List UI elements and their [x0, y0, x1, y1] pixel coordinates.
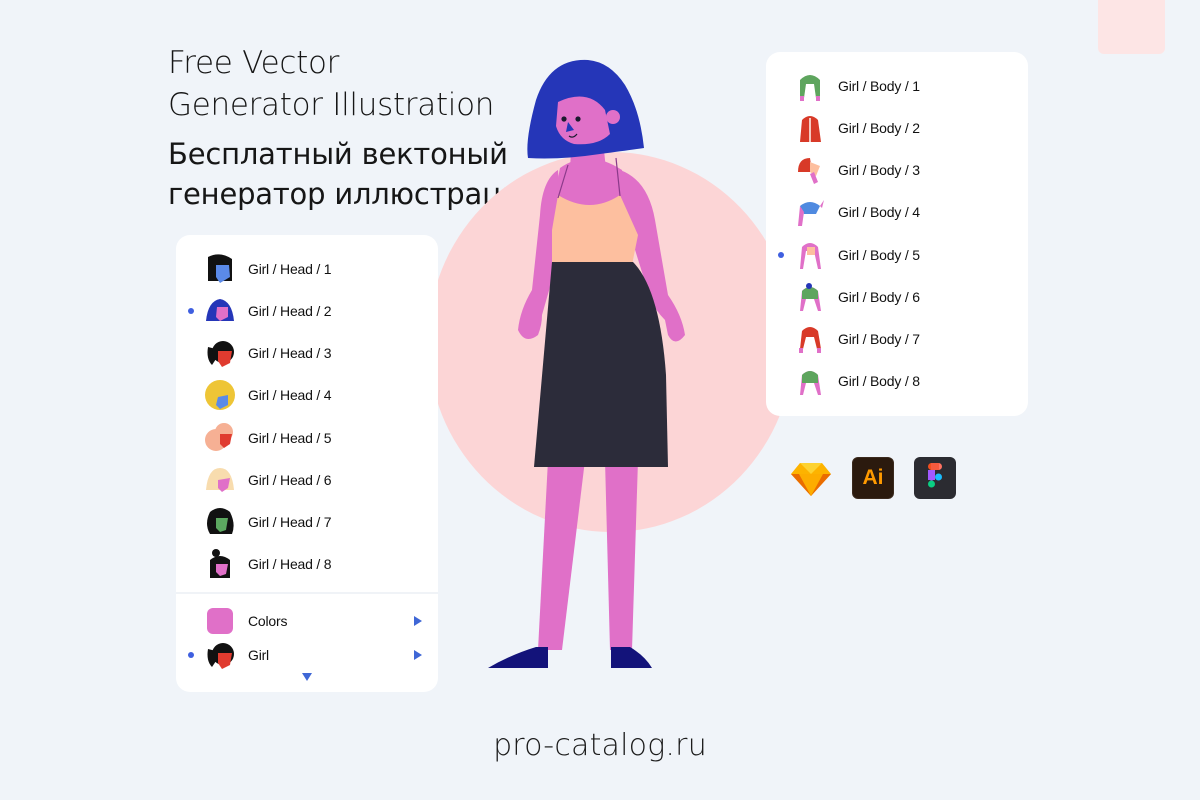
list-item-head-7[interactable]: Girl / Head / 7	[176, 505, 438, 539]
illustrator-icon: Ai	[852, 457, 894, 499]
list-item-label: Girl / Body / 8	[838, 373, 920, 389]
list-item-label: Girl / Body / 7	[838, 331, 920, 347]
corner-decoration	[1098, 0, 1165, 54]
girl-head-6-icon	[206, 468, 234, 492]
girl-body-1-icon	[800, 75, 820, 101]
left-leg	[538, 460, 585, 650]
girl-head-1-icon	[208, 254, 232, 283]
head-variants-panel: Girl / Head / 1 Girl / Head / 2 Girl / H…	[176, 235, 438, 692]
list-item-label: Girl / Body / 4	[838, 204, 920, 220]
girl-head-3-icon	[207, 341, 234, 367]
figma-icon	[914, 457, 956, 499]
girl-head-8-icon	[210, 549, 230, 578]
girl-head-2-icon	[206, 299, 234, 321]
color-swatch-icon	[207, 608, 233, 634]
girl-head-5-icon	[205, 423, 233, 451]
right-leg	[605, 460, 638, 650]
list-item-head-3[interactable]: Girl / Head / 3	[176, 336, 438, 370]
group-label: Colors	[248, 613, 288, 629]
list-item-body-2[interactable]: Girl / Body / 2	[766, 111, 1028, 145]
selected-indicator	[778, 252, 784, 258]
list-item-body-3[interactable]: Girl / Body / 3	[766, 153, 1028, 187]
group-label: Girl	[248, 647, 269, 663]
body-variants-panel: Girl / Body / 1 Girl / Body / 2 Girl / B…	[766, 52, 1028, 416]
illustrator-icon-label: Ai	[862, 466, 884, 489]
list-item-label: Girl / Head / 8	[248, 556, 332, 572]
chevron-down-icon[interactable]	[302, 673, 312, 681]
left-shoe	[488, 647, 548, 668]
sketch-icon	[791, 463, 831, 496]
list-item-body-4[interactable]: Girl / Body / 4	[766, 195, 1028, 229]
list-item-head-1[interactable]: Girl / Head / 1	[176, 252, 438, 286]
girl-illustration	[488, 59, 685, 668]
site-url: pro-catalog.ru	[493, 728, 707, 763]
list-item-label: Girl / Body / 3	[838, 162, 920, 178]
girl-body-8-icon	[800, 371, 821, 395]
list-item-label: Girl / Body / 5	[838, 247, 920, 263]
group-girl[interactable]: Girl	[176, 638, 438, 672]
right-shoe	[611, 647, 652, 668]
list-item-body-5[interactable]: Girl / Body / 5	[766, 238, 1028, 272]
list-item-body-1[interactable]: Girl / Body / 1	[766, 69, 1028, 103]
list-item-label: Girl / Body / 6	[838, 289, 920, 305]
selected-indicator	[188, 652, 194, 658]
list-item-label: Girl / Body / 2	[838, 120, 920, 136]
girl-body-3-icon	[798, 158, 820, 184]
list-item-label: Girl / Head / 5	[248, 430, 332, 446]
girl-head-3-icon	[207, 643, 234, 669]
list-item-head-2[interactable]: Girl / Head / 2	[176, 294, 438, 328]
girl-head-4-icon	[205, 380, 235, 410]
panel-divider	[176, 592, 438, 594]
selected-indicator	[188, 308, 194, 314]
submenu-arrow-icon[interactable]	[414, 616, 422, 626]
girl-body-6-icon	[800, 283, 821, 311]
submenu-arrow-icon[interactable]	[414, 650, 422, 660]
list-item-label: Girl / Head / 4	[248, 387, 332, 403]
girl-body-7-icon	[799, 327, 821, 353]
list-item-label: Girl / Head / 6	[248, 472, 332, 488]
list-item-label: Girl / Head / 1	[248, 261, 332, 277]
list-item-label: Girl / Body / 1	[838, 78, 920, 94]
list-item-label: Girl / Head / 3	[248, 345, 332, 361]
girl-body-2-icon	[800, 116, 821, 142]
list-item-head-8[interactable]: Girl / Head / 8	[176, 547, 438, 581]
list-item-label: Girl / Head / 7	[248, 514, 332, 530]
girl-body-4-icon	[798, 200, 824, 226]
group-colors[interactable]: Colors	[176, 604, 438, 638]
list-item-body-7[interactable]: Girl / Body / 7	[766, 322, 1028, 356]
list-item-head-5[interactable]: Girl / Head / 5	[176, 421, 438, 455]
list-item-head-4[interactable]: Girl / Head / 4	[176, 378, 438, 412]
girl-head-7-icon	[207, 508, 234, 534]
tool-icons: Ai	[790, 457, 956, 499]
girl-body-5-icon	[800, 243, 821, 269]
skirt	[534, 262, 668, 467]
list-item-body-6[interactable]: Girl / Body / 6	[766, 280, 1028, 314]
list-item-label: Girl / Head / 2	[248, 303, 332, 319]
list-item-body-8[interactable]: Girl / Body / 8	[766, 364, 1028, 398]
list-item-head-6[interactable]: Girl / Head / 6	[176, 463, 438, 497]
